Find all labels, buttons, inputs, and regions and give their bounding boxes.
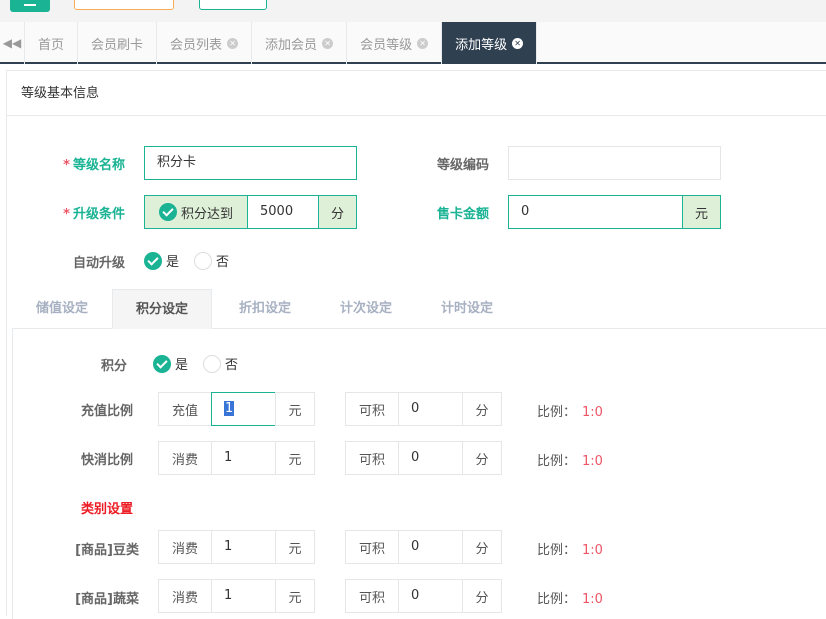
close-icon[interactable]: ✕ [417,37,429,49]
subtab-timing[interactable]: 计时设定 [417,289,517,329]
level-info-panel: 等级基本信息 * 等级名称 积分卡 等级编码 * 升级条件 积分达到 5000 分 … [6,70,826,619]
auto-upgrade-no-radio[interactable]: 否 [194,251,229,270]
recharge-earn-unit: 分 [462,392,502,426]
page-tabs-bar: ◀◀ 首页 会员刷卡 会员列表 ✕ 添加会员 ✕ 会员等级 ✕ 添加等级 ✕ [0,22,826,64]
points-no-radio[interactable]: 否 [203,354,238,373]
tab-member-list[interactable]: 会员列表 ✕ [157,22,253,64]
category-settings-title: 类别设置 [81,502,134,517]
recharge-ratio-readout: 比例： 1:0 [537,405,603,420]
toolbar-button-1[interactable] [74,0,174,10]
category-beans-earn-label: 可积 [345,530,399,564]
level-code-label: 等级编码 [436,158,489,173]
category-vegetables-ratio-readout: 比例： 1:0 [537,592,603,607]
category-beans-earn-unit: 分 [462,530,502,564]
card-price-label: 售卡金额 [436,207,489,222]
menu-toggle-button[interactable] [10,0,50,12]
quick-consume-prefix: 消费 [158,441,212,475]
category-vegetables-amount-input[interactable]: 1 [211,579,276,613]
points-yes-radio[interactable]: 是 [153,354,188,373]
unchecked-radio-icon [194,251,213,270]
auto-upgrade-yes-radio[interactable]: 是 [144,251,179,270]
category-vegetables-earn-input[interactable]: 0 [398,579,463,613]
quick-consume-ratio-label: 快消比例 [80,453,133,468]
category-vegetables-earn-label: 可积 [345,579,399,613]
category-vegetables-prefix: 消费 [158,579,212,613]
checkmark-icon [158,203,177,221]
unchecked-radio-icon [203,354,222,373]
quick-consume-amount-input[interactable]: 1 [211,441,276,475]
points-reach-checkbox[interactable]: 积分达到 [144,195,248,229]
close-icon[interactable]: ✕ [227,37,239,49]
tabs-scroll-left-icon[interactable]: ◀◀ [0,22,25,64]
tab-home[interactable]: 首页 [25,22,79,64]
category-beans-prefix: 消费 [158,530,212,564]
recharge-prefix: 充值 [158,392,212,426]
checked-radio-icon [144,251,162,270]
level-name-label: * 等级名称 [63,158,125,173]
quick-consume-earn-label: 可积 [345,441,399,475]
card-price-unit-addon: 元 [682,195,721,229]
quick-consume-ratio-readout: 比例： 1:0 [537,454,603,469]
subtab-stored-value[interactable]: 储值设定 [12,289,112,329]
recharge-amount-unit: 元 [275,392,315,426]
toolbar-button-2[interactable] [199,0,267,10]
upgrade-unit-addon: 分 [318,195,357,229]
upgrade-points-input[interactable]: 5000 [247,195,319,229]
category-beans-ratio-readout: 比例： 1:0 [537,543,603,558]
subtab-discount[interactable]: 折扣设定 [215,289,315,329]
tab-member-card[interactable]: 会员刷卡 [78,22,158,64]
category-beans-amount-input[interactable]: 1 [211,530,276,564]
upgrade-condition-label: * 升级条件 [63,207,125,222]
category-vegetables-amount-unit: 元 [275,579,315,613]
category-beans-earn-input[interactable]: 0 [398,530,463,564]
level-name-input[interactable]: 积分卡 [144,146,357,180]
category-vegetables-earn-unit: 分 [462,579,502,613]
category-vegetables-label: [商品]蔬菜 [75,592,139,607]
points-label: 积分 [100,359,127,374]
checked-radio-icon [153,354,171,373]
tab-member-level[interactable]: 会员等级 ✕ [347,22,443,64]
recharge-amount-input[interactable]: 1 [211,392,276,426]
category-beans-label: [商品]豆类 [75,543,139,558]
recharge-ratio-label: 充值比例 [80,404,133,419]
level-code-input[interactable] [508,146,721,180]
subtab-count[interactable]: 计次设定 [316,289,416,329]
tab-add-member[interactable]: 添加会员 ✕ [252,22,348,64]
quick-consume-earn-unit: 分 [462,441,502,475]
points-radio-group: 是 否 [153,354,248,373]
points-settings-panel: 积分 是 否 充值比例 充值 1 元 可积 0 分 比例： 1:0 快消比例 消费… [12,329,826,619]
settings-subtabs: 储值设定 积分设定 折扣设定 计次设定 计时设定 [12,289,826,329]
subtab-points[interactable]: 积分设定 [112,289,212,329]
card-price-input[interactable]: 0 [508,195,683,229]
top-toolbar [0,0,826,22]
recharge-earn-label: 可积 [345,392,399,426]
auto-upgrade-label: 自动升级 [72,256,125,271]
close-icon[interactable]: ✕ [322,37,334,49]
tab-add-level[interactable]: 添加等级 ✕ [442,22,538,64]
quick-consume-earn-input[interactable]: 0 [398,441,463,475]
category-beans-amount-unit: 元 [275,530,315,564]
auto-upgrade-radio-group: 是 否 [144,251,239,270]
recharge-earn-input[interactable]: 0 [398,392,463,426]
panel-title: 等级基本信息 [7,71,826,116]
close-icon[interactable]: ✕ [512,37,524,49]
quick-consume-amount-unit: 元 [275,441,315,475]
